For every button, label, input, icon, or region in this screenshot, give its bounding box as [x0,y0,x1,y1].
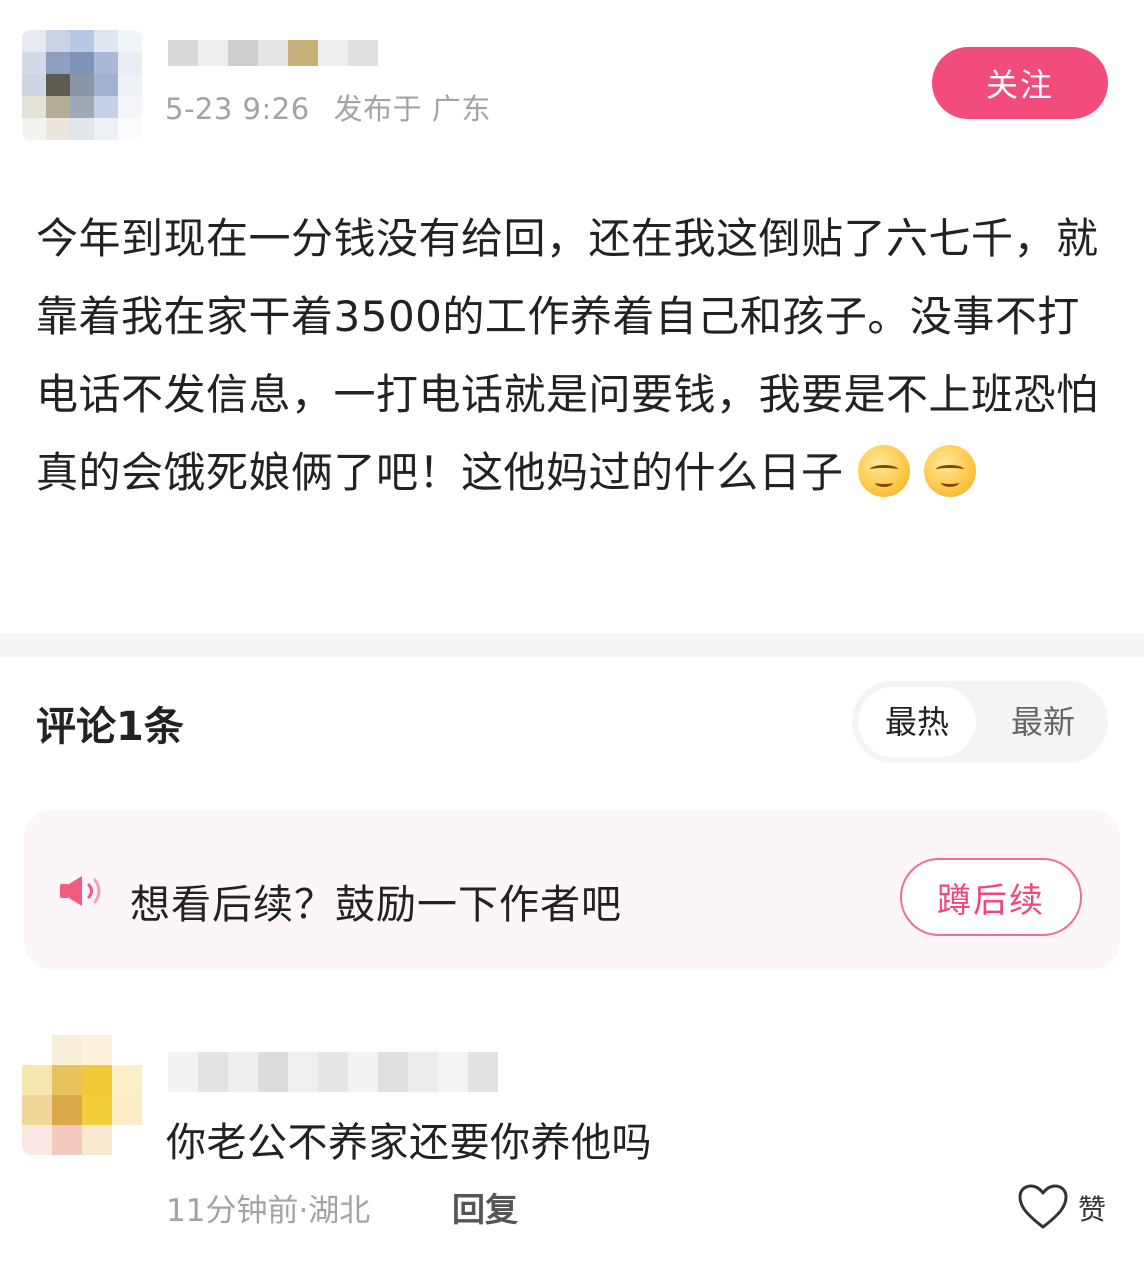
commenter-name-redacted[interactable] [168,1052,498,1092]
section-divider [0,633,1144,657]
post-location: 广东 [431,92,491,126]
sort-hottest-tab[interactable]: 最热 [858,687,976,757]
await-followup-button[interactable]: 蹲后续 [900,858,1082,936]
author-avatar[interactable] [22,30,142,140]
encourage-author-banner: 想看后续？鼓励一下作者吧 蹲后续 [24,810,1120,970]
smirk-emoji [857,445,910,497]
post-timestamp: 5-23 9:26 [165,92,310,126]
comment-text: 你老公不养家还要你养他吗 [166,1120,652,1166]
commenter-avatar[interactable] [22,1035,142,1155]
reply-button[interactable]: 回复 [452,1183,518,1231]
encourage-text: 想看后续？鼓励一下作者吧 [130,882,622,928]
heart-outline-icon [1018,1184,1068,1229]
author-name-redacted[interactable] [168,40,378,66]
sort-newest-tab[interactable]: 最新 [984,687,1102,757]
comment-sort-toggle: 最热 最新 [852,681,1108,763]
post-header: 5-23 9:26 发布于 广东 关注 [0,0,1144,170]
follow-button[interactable]: 关注 [932,47,1108,119]
post-content: 今年到现在一分钱没有给回，还在我这倒贴了六七千，就靠着我在家干着3500的工作养… [36,200,1108,512]
comment-time-location: 11分钟前·湖北 [166,1193,371,1229]
like-label: 赞 [1078,1193,1107,1226]
post-location-prefix: 发布于 [333,92,423,126]
smirk-emoji [923,445,976,497]
post-meta: 5-23 9:26 发布于 广东 [165,86,491,128]
speaker-icon [60,876,101,906]
comments-count-title: 评论1条 [36,704,184,750]
